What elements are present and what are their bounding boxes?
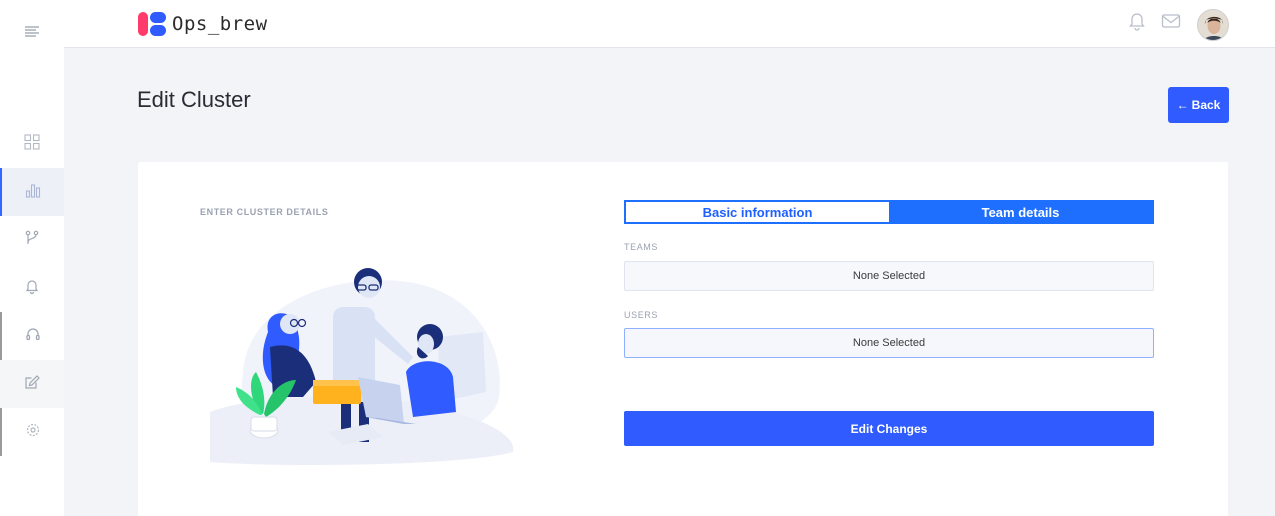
page-title: Edit Cluster <box>137 87 251 112</box>
edit-changes-label: Edit Changes <box>850 421 928 436</box>
back-button[interactable]: ← Back <box>1168 87 1229 123</box>
git-branch-icon <box>24 230 40 251</box>
users-select-value: None Selected <box>852 337 926 349</box>
section-label: ENTER CLUSTER DETAILS <box>200 207 329 217</box>
settings-icon <box>25 422 41 443</box>
edit-changes-button[interactable]: Edit Changes <box>624 411 1154 446</box>
back-button-label: Back <box>1191 98 1221 112</box>
grid-icon <box>24 133 40 155</box>
headphones-icon <box>25 326 41 347</box>
sidebar-item-editor[interactable] <box>0 360 64 408</box>
teams-select-value: None Selected <box>852 270 926 282</box>
tab-basic-information[interactable]: Basic information <box>626 202 889 222</box>
logo-mark-icon <box>138 11 168 37</box>
users-label: USERS <box>624 310 659 320</box>
sidebar-item-settings[interactable] <box>0 408 64 456</box>
teams-label: TEAMS <box>624 242 659 252</box>
bell-icon <box>1128 11 1146 36</box>
users-select[interactable]: None Selected <box>624 328 1154 358</box>
app-name: Ops_brew <box>172 13 268 35</box>
messages-button[interactable] <box>1160 12 1182 34</box>
edit-icon <box>24 374 40 395</box>
mail-icon <box>1161 13 1181 34</box>
bell-icon <box>24 278 40 299</box>
sidebar <box>0 0 64 516</box>
bar-chart-icon <box>25 182 41 203</box>
sidebar-item-clusters[interactable] <box>0 168 64 216</box>
tab-team-details[interactable]: Team details <box>889 202 1152 222</box>
arrow-left-icon: ← <box>1176 98 1189 112</box>
edit-cluster-card: ENTER CLUSTER DETAILS Basic information … <box>138 162 1228 516</box>
form-tabs: Basic information Team details <box>624 200 1154 224</box>
menu-icon <box>24 23 40 44</box>
sidebar-item-dashboard[interactable] <box>0 120 64 168</box>
menu-toggle-button[interactable] <box>0 9 64 57</box>
app-logo[interactable]: Ops_brew <box>138 11 268 37</box>
notifications-button[interactable] <box>1126 12 1148 34</box>
sidebar-item-support[interactable] <box>0 312 64 360</box>
teams-select[interactable]: None Selected <box>624 261 1154 291</box>
top-header: Ops_brew <box>64 0 1275 48</box>
avatar[interactable] <box>1197 9 1229 41</box>
sidebar-item-pipelines[interactable] <box>0 216 64 264</box>
team-meeting-illustration <box>208 252 528 467</box>
sidebar-item-alerts[interactable] <box>0 264 64 312</box>
